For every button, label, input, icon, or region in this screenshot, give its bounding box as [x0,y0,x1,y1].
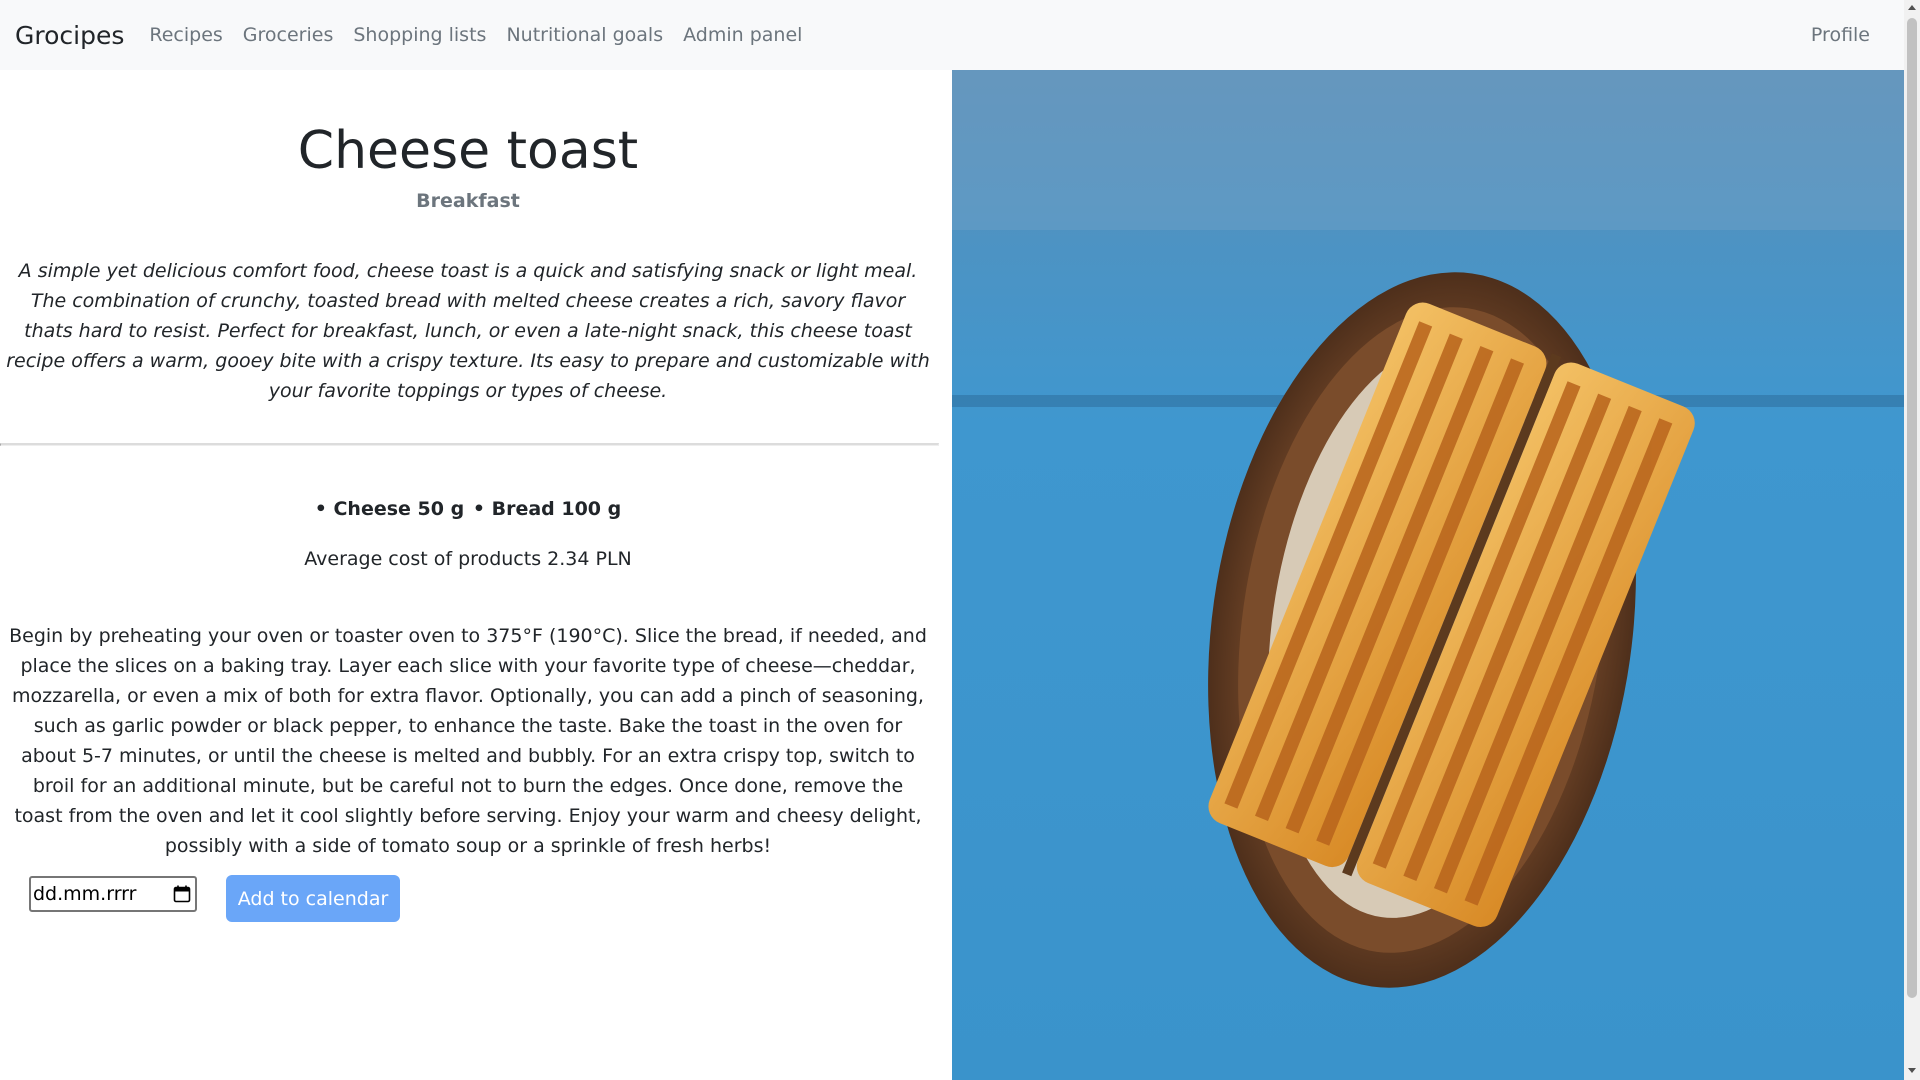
nav-link-groceries[interactable]: Groceries [243,24,334,46]
scrollbar[interactable] [1904,0,1920,1080]
scrollbar-thumb[interactable] [1907,18,1917,998]
nav-link-nutritional-goals[interactable]: Nutritional goals [506,24,663,46]
date-input-text: dd.mm.rrrr [33,883,137,905]
nav-link-recipes[interactable]: Recipes [149,24,222,46]
navbar: Grocipes Recipes Groceries Shopping list… [0,0,1904,70]
average-cost: Average cost of products 2.34 PLN [304,548,632,570]
recipe-page: Grocipes Recipes Groceries Shopping list… [0,0,1920,1080]
recipe-title: Cheese toast [297,121,639,181]
recipe-description: A simple yet delicious comfort food, che… [6,260,930,402]
nav-link-shopping-lists[interactable]: Shopping lists [353,24,486,46]
ingredient-item: • Bread 100 g [472,498,622,520]
scroll-up-arrow-icon[interactable] [1908,5,1916,10]
nav-link-admin-panel[interactable]: Admin panel [683,24,802,46]
section-divider [0,443,939,446]
calendar-icon[interactable] [172,884,192,904]
add-to-calendar-button[interactable]: Add to calendar [226,875,400,922]
ingredient-item: • Cheese 50 g [314,498,465,520]
scroll-down-arrow-icon[interactable] [1908,1068,1916,1073]
cheese-toast-photo [952,70,1904,1080]
recipe-image [952,70,1904,1080]
recipe-instructions: Begin by preheating your oven or toaster… [9,625,927,857]
date-input[interactable]: dd.mm.rrrr [29,876,197,912]
nav-link-profile[interactable]: Profile [1811,24,1870,46]
ingredient-list: • Cheese 50 g • Bread 100 g [0,498,936,520]
recipe-details: Cheese toast Breakfast A simple yet deli… [0,70,952,1080]
recipe-category: Breakfast [416,190,520,212]
brand-logo[interactable]: Grocipes [15,21,124,50]
table-plank-top [952,70,1904,230]
